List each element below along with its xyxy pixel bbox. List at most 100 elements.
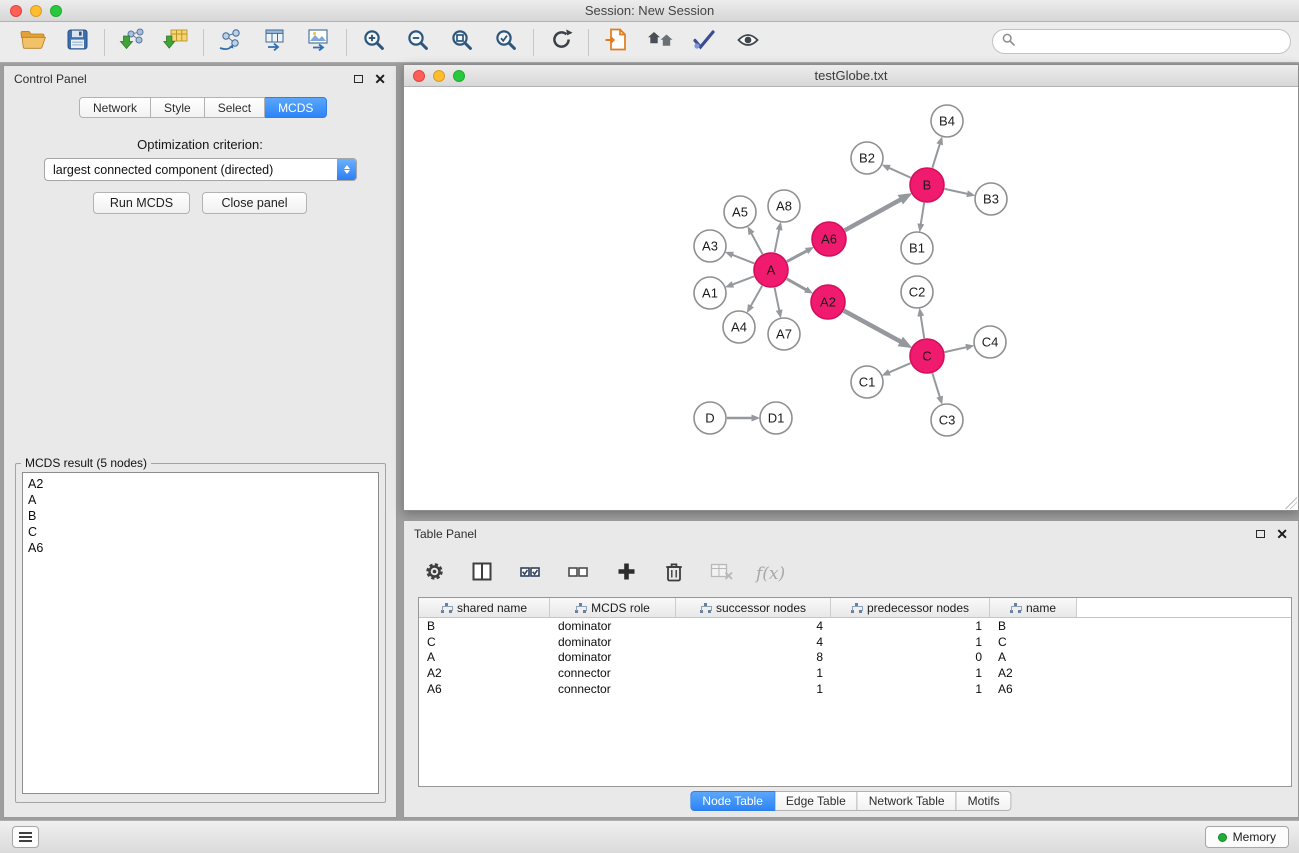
graph-edge[interactable] <box>889 168 911 178</box>
import-document-button[interactable] <box>602 27 630 57</box>
function-builder-button[interactable]: f(x) <box>756 564 785 584</box>
run-mcds-button[interactable]: Run MCDS <box>93 192 190 214</box>
import-network-button[interactable] <box>118 27 146 57</box>
show-columns-button[interactable] <box>468 559 496 589</box>
close-window-button[interactable] <box>10 5 22 17</box>
apply-layout-button[interactable] <box>547 27 575 57</box>
column-header[interactable]: shared name <box>419 598 550 617</box>
select-all-columns-button[interactable] <box>516 559 544 589</box>
zoom-window-button[interactable] <box>50 5 62 17</box>
graph-edge[interactable] <box>751 286 762 306</box>
close-network-window-button[interactable] <box>413 70 425 82</box>
result-item[interactable]: A6 <box>28 540 373 556</box>
graph-edge[interactable] <box>945 189 968 194</box>
graph-node[interactable]: A5 <box>724 196 756 228</box>
toolbar-search[interactable] <box>992 29 1291 54</box>
graph-node[interactable]: B3 <box>975 183 1007 215</box>
zoom-selected-button[interactable] <box>492 27 520 57</box>
zoom-out-button[interactable] <box>404 27 432 57</box>
column-header[interactable]: MCDS role <box>550 598 676 617</box>
graph-edge[interactable] <box>844 311 901 342</box>
home-view-button[interactable] <box>646 27 674 57</box>
network-graph[interactable]: B4B2BB3A5A8A6B1A3AC2A1A2A4A7C4CC1C3DD1 <box>404 87 1298 510</box>
graph-node[interactable]: A6 <box>812 222 846 256</box>
graph-edge[interactable] <box>787 279 807 290</box>
graph-node[interactable]: B4 <box>931 105 963 137</box>
graph-node[interactable]: B <box>910 168 944 202</box>
delete-column-button[interactable] <box>660 559 688 589</box>
graph-edge[interactable] <box>732 276 754 284</box>
graph-edge[interactable] <box>775 230 780 253</box>
graph-node[interactable]: A3 <box>694 230 726 262</box>
graph-node[interactable]: A8 <box>768 190 800 222</box>
graph-node[interactable]: A7 <box>768 318 800 350</box>
float-table-panel-icon[interactable] <box>1256 530 1265 538</box>
graph-node[interactable]: C1 <box>851 366 883 398</box>
graph-node[interactable]: D <box>694 402 726 434</box>
zoom-fit-button[interactable] <box>448 27 476 57</box>
graph-node[interactable]: B1 <box>901 232 933 264</box>
deselect-all-columns-button[interactable] <box>564 559 592 589</box>
network-canvas[interactable]: B4B2BB3A5A8A6B1A3AC2A1A2A4A7C4CC1C3DD1 <box>404 87 1298 510</box>
graph-edge[interactable] <box>921 203 924 225</box>
table-row[interactable]: A2connector11A2 <box>419 665 1291 681</box>
open-session-button[interactable] <box>19 27 47 57</box>
graph-edge[interactable] <box>787 251 807 262</box>
zoom-in-button[interactable] <box>360 27 388 57</box>
create-column-button[interactable] <box>612 559 640 589</box>
graph-edge[interactable] <box>932 373 939 397</box>
export-image-button[interactable] <box>305 27 333 57</box>
result-item[interactable]: A2 <box>28 476 373 492</box>
network-window-titlebar[interactable]: testGlobe.txt <box>404 65 1298 87</box>
table-row[interactable]: Bdominator41B <box>419 618 1291 634</box>
memory-button[interactable]: Memory <box>1205 826 1289 848</box>
tab-node-table[interactable]: Node Table <box>690 791 775 811</box>
graph-node[interactable]: C4 <box>974 326 1006 358</box>
validate-button[interactable] <box>690 27 718 57</box>
graph-node[interactable]: D1 <box>760 402 792 434</box>
graph-edge[interactable] <box>945 347 967 352</box>
graph-edge[interactable] <box>845 199 901 230</box>
export-network-button[interactable] <box>217 27 245 57</box>
criterion-dropdown[interactable]: largest connected component (directed) <box>44 158 357 181</box>
graph-edge[interactable] <box>775 288 780 311</box>
save-session-button[interactable] <box>63 27 91 57</box>
tab-network-table[interactable]: Network Table <box>858 791 957 811</box>
tab-mcds[interactable]: MCDS <box>265 97 327 118</box>
table-settings-button[interactable] <box>420 559 448 589</box>
tab-motifs[interactable]: Motifs <box>957 791 1012 811</box>
mcds-result-list[interactable]: A2ABCA6 <box>22 472 379 794</box>
close-panel-button[interactable]: Close panel <box>202 192 307 214</box>
graph-node[interactable]: A <box>754 253 788 287</box>
close-panel-icon[interactable]: ✕ <box>374 74 386 84</box>
export-table-button[interactable] <box>261 27 289 57</box>
tab-style[interactable]: Style <box>151 97 205 118</box>
result-item[interactable]: B <box>28 508 373 524</box>
minimize-window-button[interactable] <box>30 5 42 17</box>
table-row[interactable]: Cdominator41C <box>419 634 1291 650</box>
result-item[interactable]: A <box>28 492 373 508</box>
graph-node[interactable]: A2 <box>811 285 845 319</box>
column-header[interactable]: successor nodes <box>676 598 831 617</box>
graph-node[interactable]: C2 <box>901 276 933 308</box>
import-table-button[interactable] <box>162 27 190 57</box>
graph-edge[interactable] <box>889 363 910 372</box>
minimize-network-window-button[interactable] <box>433 70 445 82</box>
graph-edge[interactable] <box>732 255 754 264</box>
zoom-network-window-button[interactable] <box>453 70 465 82</box>
table-row[interactable]: Adominator80A <box>419 649 1291 665</box>
tab-edge-table[interactable]: Edge Table <box>775 791 858 811</box>
graph-edge[interactable] <box>932 144 939 168</box>
graph-edge[interactable] <box>921 316 925 339</box>
search-input[interactable] <box>1021 35 1281 49</box>
column-header[interactable]: name <box>990 598 1077 617</box>
graph-node[interactable]: B2 <box>851 142 883 174</box>
float-panel-icon[interactable] <box>354 75 363 83</box>
tab-select[interactable]: Select <box>205 97 265 118</box>
graph-node[interactable]: C <box>910 339 944 373</box>
graph-node[interactable]: A1 <box>694 277 726 309</box>
window-resize-grip[interactable] <box>1285 497 1297 509</box>
graph-node[interactable]: A4 <box>723 311 755 343</box>
table-row[interactable]: A6connector11A6 <box>419 681 1291 697</box>
graph-edge[interactable] <box>751 233 762 254</box>
